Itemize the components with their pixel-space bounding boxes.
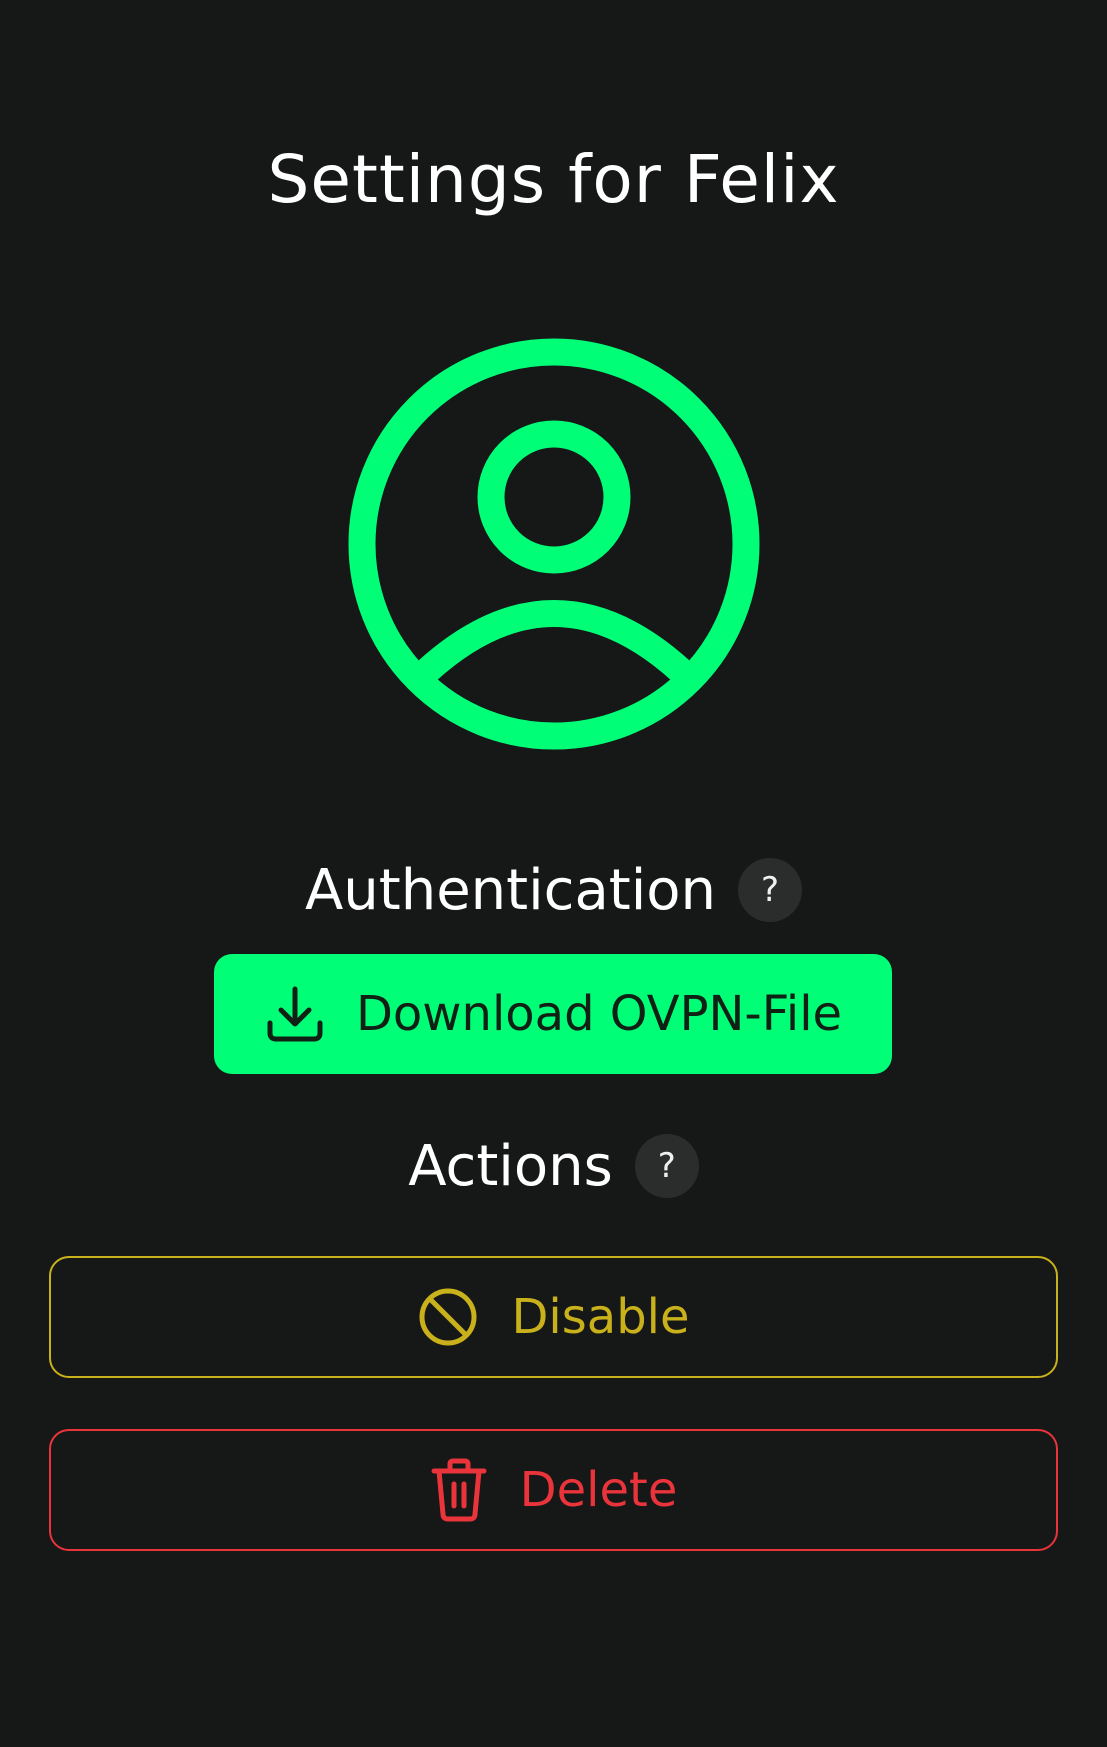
avatar (348, 338, 760, 750)
authentication-help-button[interactable]: ? (738, 858, 803, 922)
download-button-label: Download OVPN-File (355, 986, 843, 1042)
delete-button-label: Delete (519, 1462, 678, 1518)
user-circle-icon (348, 338, 760, 750)
actions-help-button[interactable]: ? (634, 1134, 699, 1198)
authentication-section-heading: Authentication ? (0, 855, 1107, 925)
actions-section-heading: Actions ? (0, 1131, 1107, 1201)
download-icon (264, 983, 326, 1045)
page-title: Settings for Felix (267, 141, 840, 218)
ban-icon (417, 1286, 479, 1348)
trash-icon (430, 1458, 488, 1522)
delete-button[interactable]: Delete (49, 1429, 1058, 1551)
authentication-heading: Authentication (304, 857, 717, 923)
download-ovpn-button[interactable]: Download OVPN-File (214, 954, 892, 1074)
actions-heading: Actions (408, 1133, 613, 1199)
disable-button[interactable]: Disable (49, 1256, 1058, 1378)
disable-button-label: Disable (511, 1289, 690, 1345)
